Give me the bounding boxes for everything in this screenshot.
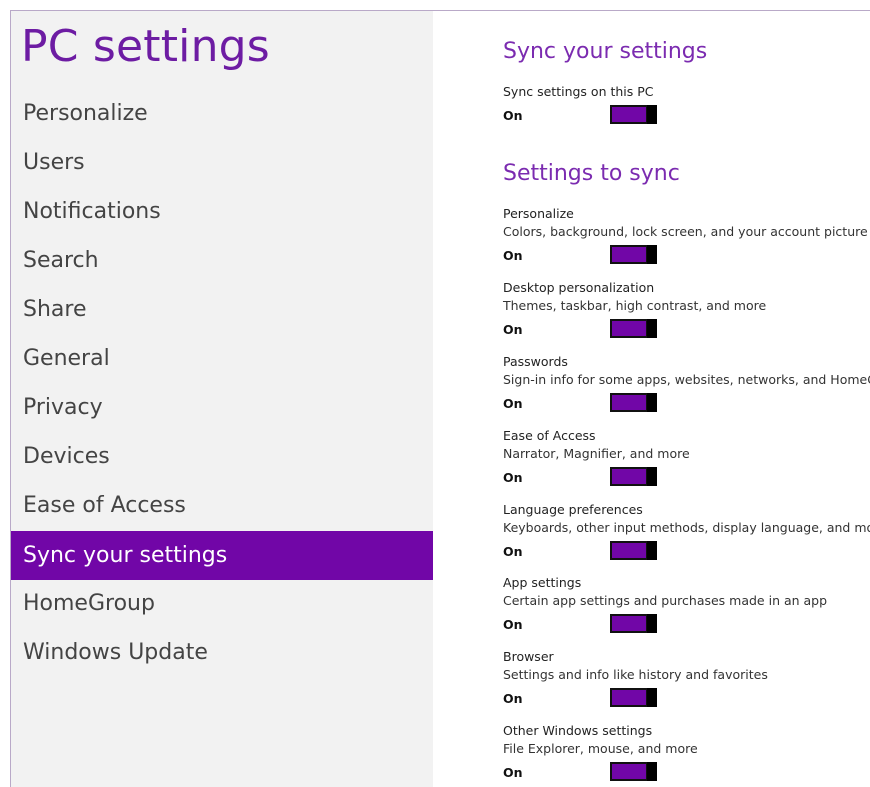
nav-item-general[interactable]: General — [11, 334, 433, 383]
setting-app-settings: App settings Certain app settings and pu… — [503, 574, 870, 636]
passwords-toggle[interactable] — [610, 393, 657, 412]
nav-item-sync-your-settings[interactable]: Sync your settings — [11, 531, 433, 580]
nav-item-homegroup[interactable]: HomeGroup — [11, 579, 433, 628]
setting-browser: Browser Settings and info like history a… — [503, 648, 870, 710]
toggle-state-label: On — [503, 617, 523, 632]
toggle-state-label: On — [503, 322, 523, 337]
toggle-state-label: On — [503, 248, 523, 263]
nav-item-ease-of-access[interactable]: Ease of Access — [11, 481, 433, 530]
setting-description: File Explorer, mouse, and more — [503, 741, 698, 756]
setting-description: Themes, taskbar, high contrast, and more — [503, 298, 767, 313]
nav-item-personalize[interactable]: Personalize — [11, 89, 433, 138]
nav-item-share[interactable]: Share — [11, 285, 433, 334]
sync-pc-toggle[interactable] — [610, 105, 657, 124]
setting-personalize: Personalize Colors, background, lock scr… — [503, 205, 870, 267]
desktop-personalization-toggle[interactable] — [610, 319, 657, 338]
toggle-state-label: On — [503, 765, 523, 780]
setting-label: Sync settings on this PC — [503, 84, 654, 99]
nav-item-windows-update[interactable]: Windows Update — [11, 628, 433, 677]
toggle-state-label: On — [503, 691, 523, 706]
setting-description: Keyboards, other input methods, display … — [503, 520, 870, 535]
setting-description: Sign-in info for some apps, websites, ne… — [503, 372, 870, 387]
setting-language-preferences: Language preferences Keyboards, other in… — [503, 501, 870, 563]
sidebar: PC settings Personalize Users Notificati… — [11, 11, 433, 787]
browser-toggle[interactable] — [610, 688, 657, 707]
sync-pc-setting: Sync settings on this PC On — [503, 83, 870, 127]
toggle-state-label: On — [503, 470, 523, 485]
nav-item-search[interactable]: Search — [11, 236, 433, 285]
setting-name: Other Windows settings — [503, 723, 653, 738]
app-settings-toggle[interactable] — [610, 614, 657, 633]
setting-description: Narrator, Magnifier, and more — [503, 446, 690, 461]
setting-name: Personalize — [503, 206, 574, 221]
setting-description: Settings and info like history and favor… — [503, 667, 768, 682]
nav-item-devices[interactable]: Devices — [11, 432, 433, 481]
toggle-state-label: On — [503, 108, 523, 123]
setting-ease-of-access: Ease of Access Narrator, Magnifier, and … — [503, 427, 870, 489]
setting-name: Language preferences — [503, 502, 643, 517]
personalize-toggle[interactable] — [610, 245, 657, 264]
nav-item-privacy[interactable]: Privacy — [11, 383, 433, 432]
setting-name: Ease of Access — [503, 428, 596, 443]
setting-other-windows-settings: Other Windows settings File Explorer, mo… — [503, 722, 870, 784]
page-title: Sync your settings — [503, 39, 708, 64]
app-title: PC settings — [21, 21, 270, 72]
setting-name: App settings — [503, 575, 582, 590]
other-windows-settings-toggle[interactable] — [610, 762, 657, 781]
toggle-state-label: On — [503, 396, 523, 411]
main-content: Sync your settings Sync settings on this… — [433, 11, 870, 787]
nav-item-notifications[interactable]: Notifications — [11, 187, 433, 236]
language-preferences-toggle[interactable] — [610, 541, 657, 560]
setting-description: Colors, background, lock screen, and you… — [503, 224, 868, 239]
settings-to-sync-heading: Settings to sync — [503, 161, 680, 186]
ease-of-access-toggle[interactable] — [610, 467, 657, 486]
toggle-state-label: On — [503, 544, 523, 559]
setting-description: Certain app settings and purchases made … — [503, 593, 828, 608]
setting-passwords: Passwords Sign-in info for some apps, we… — [503, 353, 870, 415]
setting-name: Browser — [503, 649, 554, 664]
setting-name: Passwords — [503, 354, 568, 369]
nav-item-users[interactable]: Users — [11, 138, 433, 187]
setting-name: Desktop personalization — [503, 280, 655, 295]
setting-desktop-personalization: Desktop personalization Themes, taskbar,… — [503, 279, 870, 341]
